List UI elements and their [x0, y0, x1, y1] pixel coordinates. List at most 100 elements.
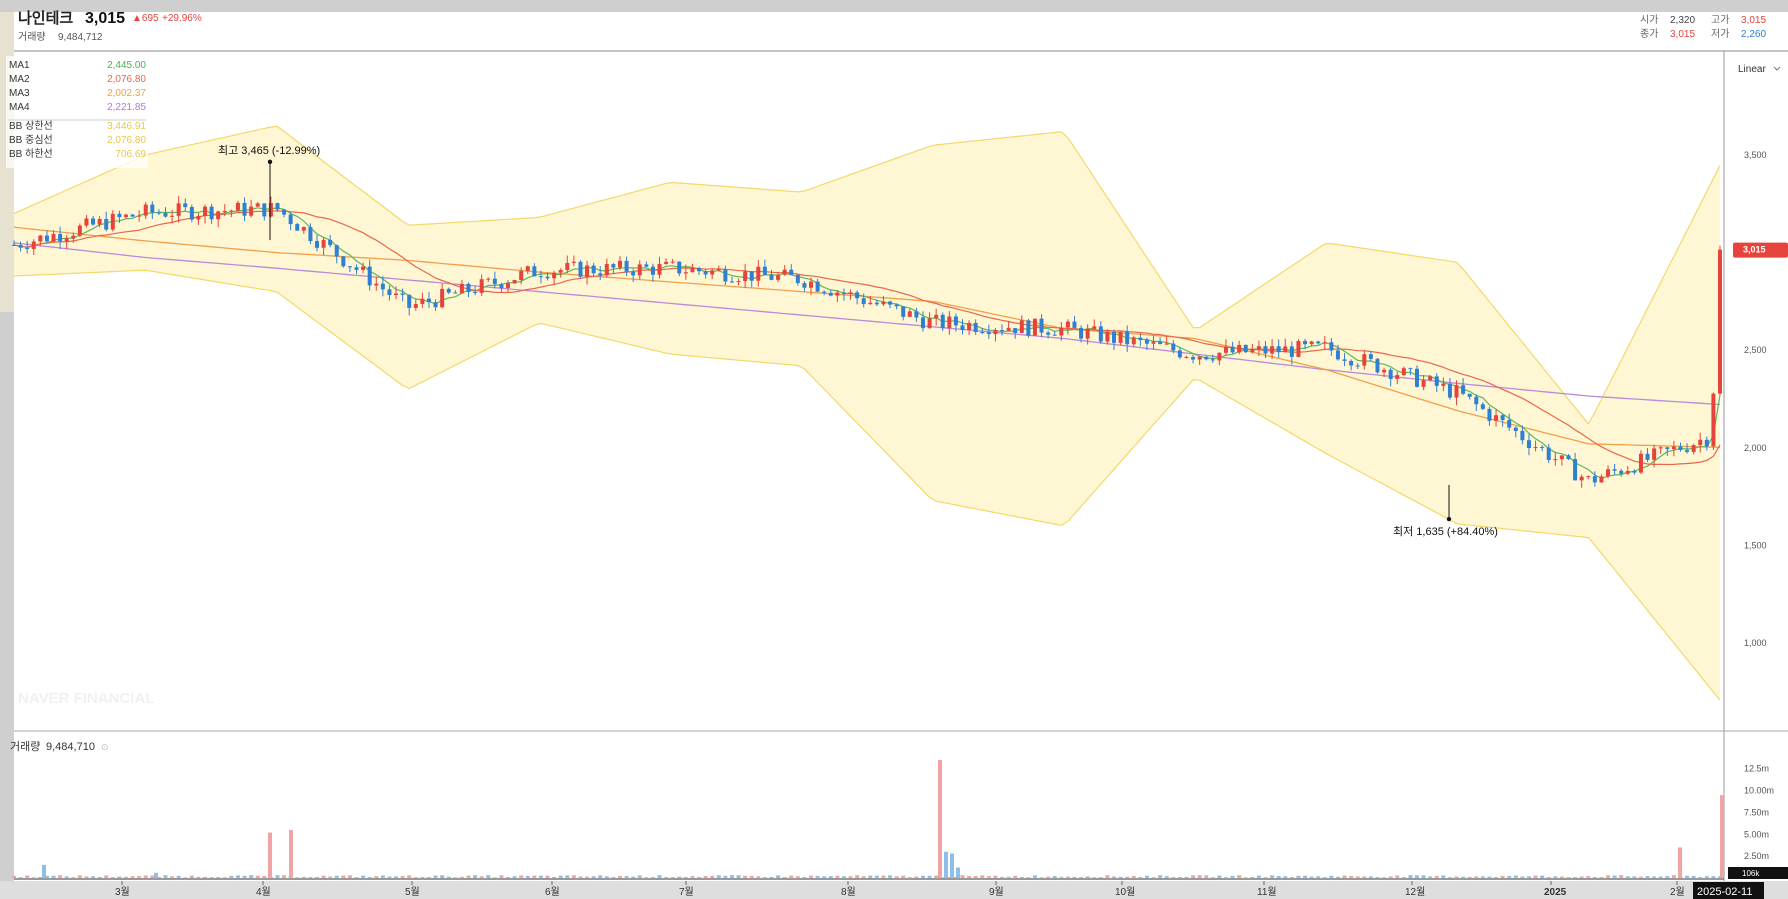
- candle-body: [1546, 447, 1551, 460]
- watermark-text: NAVER FINANCIAL: [18, 690, 154, 707]
- volume-bar: [1408, 875, 1413, 878]
- volume-bar: [249, 875, 254, 878]
- volume-bar: [538, 875, 543, 878]
- volume-bar: [525, 875, 530, 878]
- candle-body: [1533, 447, 1538, 449]
- stock-name: 나인테크: [18, 9, 73, 27]
- candle-body: [1566, 455, 1571, 460]
- candle-body: [1494, 415, 1499, 421]
- volume-bar: [565, 875, 570, 878]
- volume-bar: [591, 876, 596, 878]
- candle-body: [835, 292, 840, 296]
- volume-bar: [888, 875, 893, 878]
- volume-bar: [154, 872, 158, 878]
- settings-icon[interactable]: ⊙: [101, 742, 109, 752]
- candle-body: [1125, 331, 1130, 345]
- candle-body: [769, 274, 774, 280]
- candle-body: [1704, 439, 1709, 447]
- volume-bar: [203, 876, 208, 878]
- volume-bar: [1032, 875, 1037, 878]
- volume-bar: [1362, 876, 1367, 878]
- candle-body: [1467, 393, 1472, 397]
- candle-body: [1500, 415, 1505, 420]
- volume-bar: [1131, 875, 1136, 878]
- candle-body: [1632, 470, 1637, 473]
- candle-body: [1625, 470, 1630, 474]
- legend-label: MA1: [9, 60, 30, 71]
- volume-bar: [848, 876, 853, 878]
- candle-body: [1184, 356, 1189, 358]
- candle-body: [64, 238, 69, 242]
- x-tick-label: 4월: [256, 886, 271, 898]
- candle-body: [1131, 337, 1136, 345]
- candle-body: [1237, 344, 1242, 353]
- legend-label: BB 하한선: [9, 147, 53, 160]
- candle-body: [380, 283, 385, 290]
- volume-bar: [1079, 876, 1084, 878]
- volume-bar: [1289, 876, 1294, 878]
- candle-body: [262, 203, 267, 217]
- candle-body: [104, 218, 109, 230]
- candle-body: [1428, 376, 1433, 381]
- x-tick-label: 5월: [405, 886, 420, 898]
- candle-body: [18, 244, 23, 248]
- candle-body: [1039, 318, 1044, 333]
- volume-bar: [1237, 875, 1242, 878]
- candle-body: [354, 267, 359, 270]
- volume-bar: [426, 877, 431, 878]
- candle-body: [802, 283, 807, 288]
- scale-mode-label[interactable]: Linear: [1738, 64, 1766, 75]
- candle-body: [1158, 341, 1163, 345]
- volume-bar: [499, 875, 504, 878]
- volume-bar: [956, 867, 960, 878]
- volume-tick-label: 5.00m: [1744, 829, 1769, 839]
- legend-value: 2,002.37: [107, 88, 146, 99]
- volume-bar: [150, 875, 155, 878]
- volume-bar: [58, 875, 63, 878]
- volume-bar: [664, 877, 669, 878]
- volume-bar: [571, 875, 576, 878]
- candle-body: [222, 210, 227, 212]
- candle-body: [347, 266, 352, 268]
- candle-body: [1303, 340, 1308, 345]
- legend-value: 2,076.80: [107, 74, 146, 85]
- candle-body: [888, 301, 893, 305]
- volume-bar: [1144, 875, 1149, 878]
- y-tick-label: 3,500: [1744, 150, 1767, 160]
- candle-body: [1164, 343, 1169, 345]
- volume-bar: [1632, 876, 1637, 878]
- candle-body: [1559, 455, 1564, 460]
- candle-body: [1256, 346, 1261, 350]
- candle-body: [1329, 342, 1334, 351]
- candle-body: [51, 234, 56, 242]
- candle-body: [189, 207, 194, 220]
- volume-bar: [749, 875, 754, 878]
- candle-body: [473, 292, 478, 294]
- volume-bar: [1138, 877, 1143, 878]
- candle-body: [361, 266, 366, 270]
- candle-body: [617, 260, 622, 268]
- volume-bar: [1592, 876, 1597, 878]
- volume-bar: [927, 875, 932, 878]
- candle-body: [203, 206, 208, 217]
- volume-bar: [1263, 877, 1268, 878]
- volume-bar: [466, 875, 471, 878]
- volume-bar: [374, 876, 379, 878]
- candle-body: [1052, 334, 1057, 336]
- volume-bar: [1375, 877, 1380, 878]
- volume-bar: [1158, 875, 1163, 878]
- volume-bar: [809, 875, 814, 878]
- candle-body: [644, 264, 649, 267]
- volume-bar: [841, 876, 846, 878]
- candle-body: [637, 264, 642, 276]
- volume-bar: [446, 876, 451, 878]
- volume-bar: [874, 875, 879, 878]
- candle-body: [1579, 476, 1584, 481]
- volume-tick-label: 2.50m: [1744, 851, 1769, 861]
- volume-bar: [585, 876, 590, 878]
- candle-body: [1447, 383, 1452, 398]
- candle-body: [855, 292, 860, 299]
- volume-bar: [407, 875, 412, 878]
- volume-bar: [782, 877, 787, 878]
- volume-bar: [282, 875, 287, 878]
